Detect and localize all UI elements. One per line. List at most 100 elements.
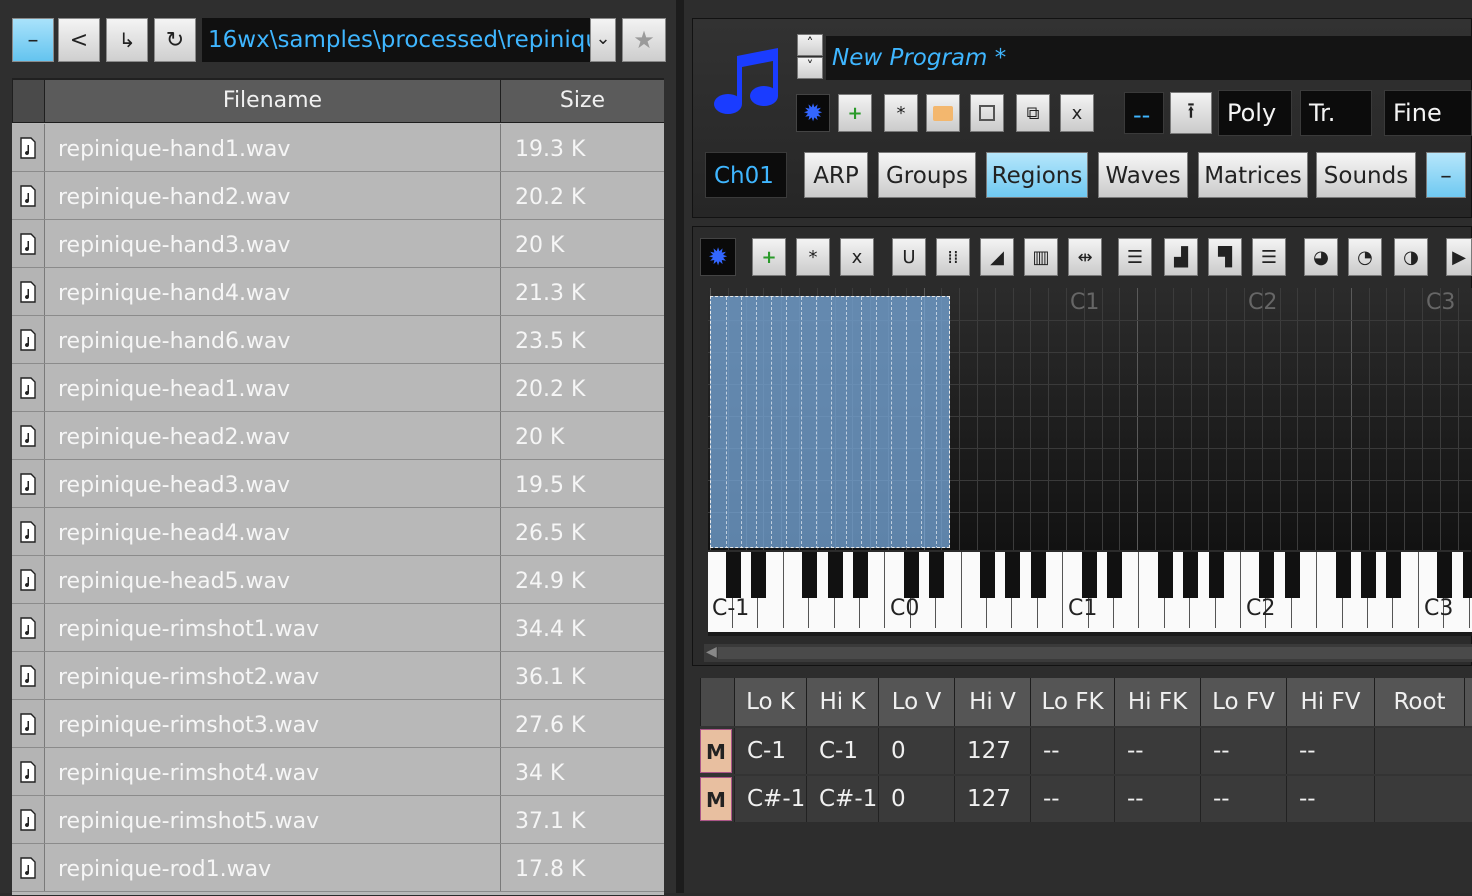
black-key[interactable] [726, 552, 741, 598]
parent-folder-button[interactable]: ↳ [106, 18, 148, 62]
file-row[interactable]: repinique-rod1.wav 17.8 K [12, 844, 664, 892]
file-row[interactable]: repinique-hand1.wav 19.3 K [12, 124, 664, 172]
tab-arp[interactable]: ARP [804, 152, 868, 198]
region-cell-lov[interactable]: 0 [878, 728, 954, 774]
file-row[interactable]: repinique-hand4.wav 21.3 K [12, 268, 664, 316]
selected-regions[interactable] [710, 296, 950, 548]
region-cell-lofv[interactable]: -- [1200, 728, 1286, 774]
region-cell-hik[interactable]: C#-1 [806, 776, 878, 822]
program-prev-button[interactable]: ˄ [797, 34, 823, 56]
region-cell-root[interactable] [1374, 728, 1472, 774]
region-zone[interactable] [741, 297, 743, 547]
black-key[interactable] [1107, 552, 1122, 598]
black-key[interactable] [1157, 552, 1173, 598]
transpose-field[interactable]: -- [1124, 92, 1164, 134]
col-hi-key[interactable]: Hi K [806, 678, 878, 726]
black-key[interactable] [1183, 552, 1199, 598]
region-cell-hiv[interactable]: 127 [954, 728, 1030, 774]
export-button[interactable]: ⭱ [1170, 92, 1212, 134]
poly-mode-select[interactable]: Poly [1218, 90, 1292, 136]
scrollbar-thumb[interactable] [718, 647, 1472, 659]
tab-groups[interactable]: Groups [878, 152, 976, 198]
piano-keyboard[interactable]: C-1 C0 C1 C2 C3 [708, 552, 1472, 636]
add-program-button[interactable]: + [838, 94, 872, 132]
black-key[interactable] [1005, 552, 1021, 598]
region-cell-lofv[interactable]: -- [1200, 776, 1286, 822]
size-column-header[interactable]: Size [500, 80, 664, 122]
collapse-button[interactable]: – [12, 18, 54, 62]
col-lo-fv[interactable]: Lo FV [1200, 678, 1286, 726]
filename-column-header[interactable]: Filename [44, 80, 500, 122]
tab-matrices[interactable]: Matrices [1198, 152, 1308, 198]
transpose-label[interactable]: Tr. [1300, 90, 1372, 136]
black-key[interactable] [929, 552, 945, 598]
fine-tune-field[interactable]: Fine [1384, 90, 1472, 136]
black-key[interactable] [1081, 552, 1097, 598]
black-key[interactable] [980, 552, 995, 598]
black-key[interactable] [827, 552, 843, 598]
black-key[interactable] [802, 552, 818, 598]
region-zone[interactable] [786, 297, 788, 547]
keyboard-map-button[interactable]: ▥ [1024, 238, 1058, 276]
black-key[interactable] [903, 552, 919, 598]
file-row[interactable]: repinique-hand3.wav 20 K [12, 220, 664, 268]
col-lo-fk[interactable]: Lo FK [1030, 678, 1114, 726]
mute-button[interactable]: M [700, 729, 732, 773]
region-zone[interactable] [861, 297, 863, 547]
black-key[interactable] [853, 552, 868, 598]
black-key[interactable] [1335, 552, 1351, 598]
refresh-button[interactable]: ↻ [154, 18, 196, 62]
col-hi-fk[interactable]: Hi FK [1114, 678, 1200, 726]
new-program-button[interactable]: * [884, 94, 918, 132]
region-zone[interactable] [876, 297, 878, 547]
file-row[interactable]: repinique-hand6.wav 23.5 K [12, 316, 664, 364]
region-zone[interactable] [726, 297, 728, 547]
file-row[interactable]: repinique-head4.wav 26.5 K [12, 508, 664, 556]
file-row[interactable]: repinique-rimshot4.wav 34 K [12, 748, 664, 796]
file-row[interactable]: repinique-rimshot5.wav 37.1 K [12, 796, 664, 844]
align-right-button[interactable]: ☰ [1252, 238, 1286, 276]
file-row[interactable]: repinique-rimshot2.wav 36.1 K [12, 652, 664, 700]
col-lo-key[interactable]: Lo K [734, 678, 806, 726]
region-zone[interactable] [771, 297, 773, 547]
path-input[interactable]: 16wx\samples\processed\repinique [202, 18, 590, 62]
region-cell-lok[interactable]: C-1 [734, 728, 806, 774]
region-cell-hiv[interactable]: 127 [954, 776, 1030, 822]
delete-region-button[interactable]: x [840, 238, 874, 276]
program-name-field[interactable]: New Program * [826, 36, 1472, 80]
col-hi-fv[interactable]: Hi FV [1286, 678, 1374, 726]
file-row[interactable]: repinique-head5.wav 24.9 K [12, 556, 664, 604]
region-cell-root[interactable] [1374, 776, 1472, 822]
black-key[interactable] [1284, 552, 1300, 598]
regions-settings-button[interactable]: ✹ [700, 238, 736, 276]
align-top-button[interactable]: ▜ [1208, 238, 1242, 276]
region-cell-lov[interactable]: 0 [878, 776, 954, 822]
region-zone[interactable] [906, 297, 908, 547]
black-key[interactable] [1361, 552, 1376, 598]
region-zone[interactable] [816, 297, 818, 547]
col-root[interactable]: Root [1374, 678, 1464, 726]
file-row[interactable]: repinique-head3.wav 19.5 K [12, 460, 664, 508]
black-key[interactable] [1437, 552, 1453, 598]
region-cell-hik[interactable]: C-1 [806, 728, 878, 774]
tab-regions[interactable]: Regions [986, 152, 1088, 198]
region-cell-lofk[interactable]: -- [1030, 728, 1114, 774]
region-zone[interactable] [831, 297, 833, 547]
region-cell-hifk[interactable]: -- [1114, 776, 1200, 822]
tab-waves[interactable]: Waves [1098, 152, 1188, 198]
region-zone[interactable] [921, 297, 923, 547]
region-cell-hifk[interactable]: -- [1114, 728, 1200, 774]
col-lo-vel[interactable]: Lo V [878, 678, 954, 726]
mute-button[interactable]: M [700, 777, 732, 821]
region-zone[interactable] [756, 297, 758, 547]
zoom-fit-button[interactable]: ◑ [1394, 238, 1428, 276]
black-key[interactable] [1462, 552, 1472, 598]
grid-button[interactable]: ⁞⁞ [936, 238, 970, 276]
tab-sounds[interactable]: Sounds [1316, 152, 1416, 198]
region-cell-hifv[interactable]: -- [1286, 776, 1374, 822]
path-dropdown-button[interactable]: ⌄ [590, 18, 616, 62]
magnet-button[interactable]: U [892, 238, 926, 276]
region-zone[interactable] [801, 297, 803, 547]
align-left-button[interactable]: ☰ [1118, 238, 1152, 276]
black-key[interactable] [1386, 552, 1402, 598]
